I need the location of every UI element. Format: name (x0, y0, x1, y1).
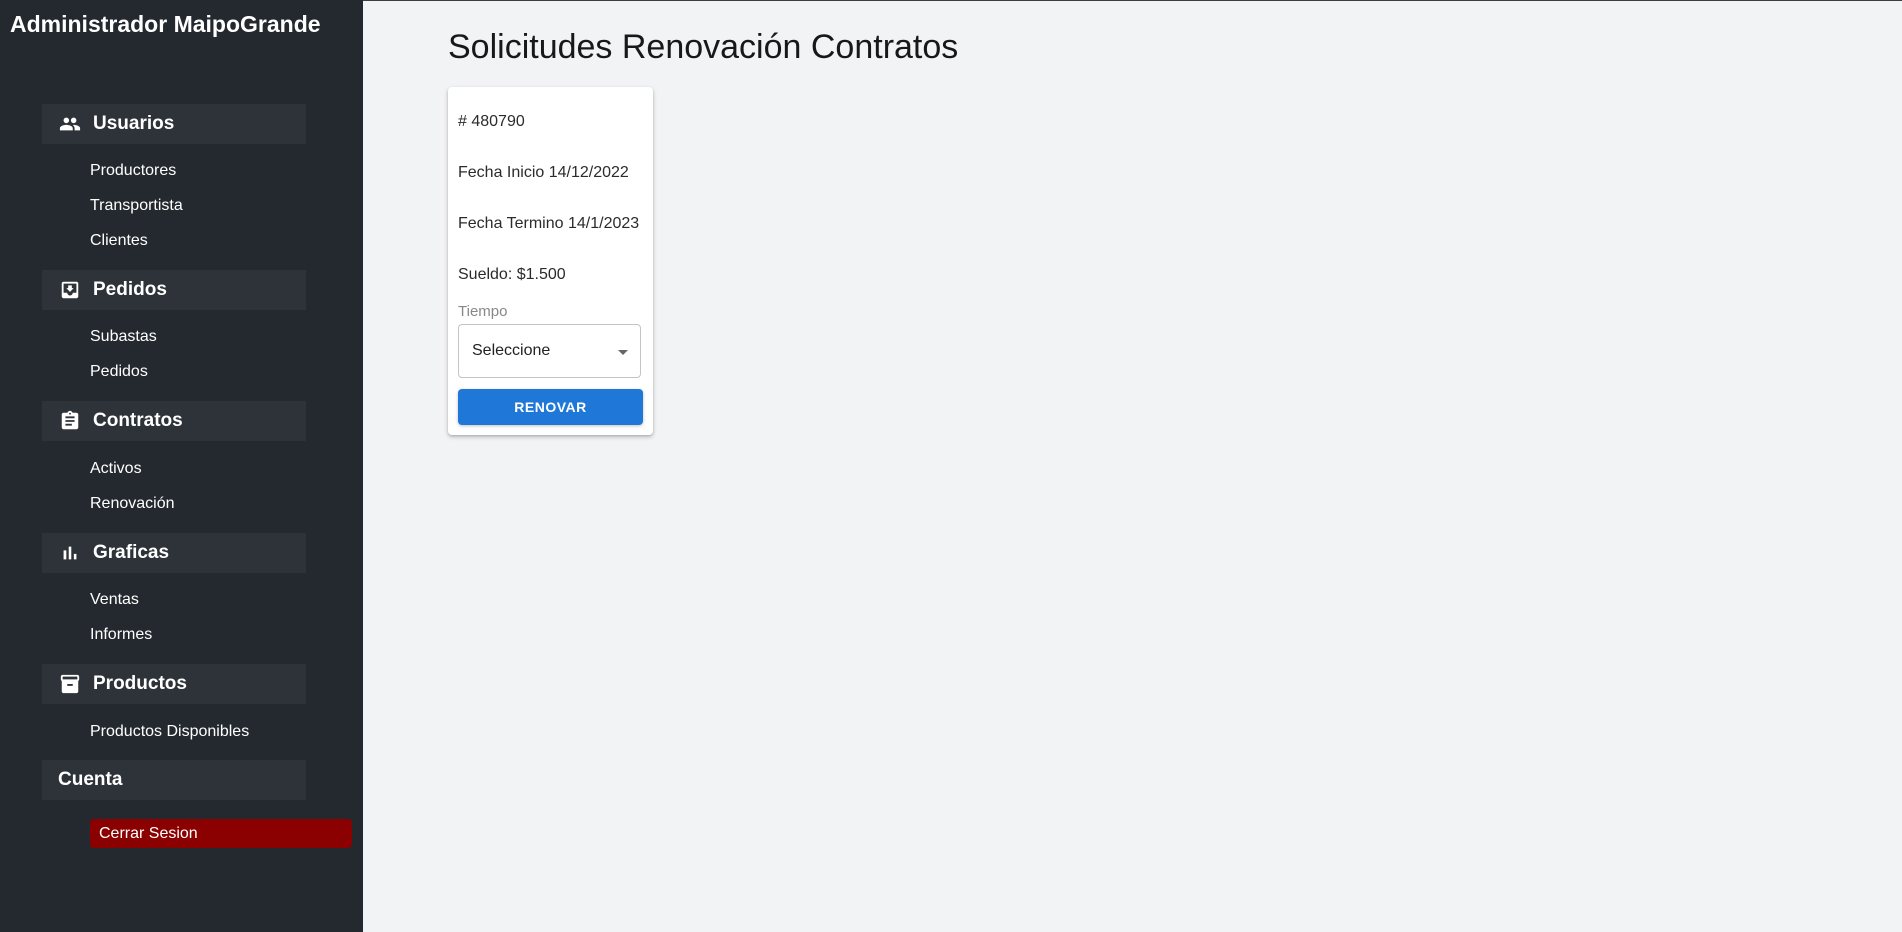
page-title: Solicitudes Renovación Contratos (448, 28, 959, 66)
sidebar-group-pedidos[interactable]: Pedidos (42, 270, 306, 310)
inbox-icon (59, 279, 81, 301)
sidebar: Administrador MaipoGrande Usuarios Produ… (0, 0, 363, 932)
logout-label: Cerrar Sesion (99, 824, 198, 842)
sidebar-item-activos[interactable]: Activos (90, 460, 142, 478)
sidebar-group-contratos[interactable]: Contratos (42, 401, 306, 441)
caret-down-icon (618, 350, 628, 355)
sidebar-group-label: Productos (93, 673, 187, 694)
logout-button[interactable]: Cerrar Sesion (90, 819, 352, 848)
sidebar-item-productos-disponibles[interactable]: Productos Disponibles (90, 723, 249, 741)
contract-start-date: Fecha Inicio 14/12/2022 (458, 164, 629, 181)
sidebar-item-renovacion[interactable]: Renovación (90, 495, 175, 513)
sidebar-group-label: Graficas (93, 542, 170, 563)
time-select[interactable]: Seleccione (458, 324, 641, 378)
users-icon (59, 113, 81, 135)
sidebar-item-pedidos[interactable]: Pedidos (90, 363, 148, 381)
sidebar-group-productos[interactable]: Productos (42, 664, 306, 704)
sidebar-item-transportista[interactable]: Transportista (90, 197, 183, 215)
contract-end-date: Fecha Termino 14/1/2023 (458, 215, 640, 232)
time-select-value: Seleccione (472, 342, 551, 359)
sidebar-item-informes[interactable]: Informes (90, 626, 152, 644)
sidebar-item-clientes[interactable]: Clientes (90, 232, 148, 250)
time-field-label: Tiempo (458, 303, 508, 320)
sidebar-group-label: Contratos (93, 410, 183, 431)
sidebar-item-ventas[interactable]: Ventas (90, 591, 139, 609)
contract-card: # 480790 Fecha Inicio 14/12/2022 Fecha T… (448, 87, 653, 435)
contract-salary: Sueldo: $1.500 (458, 266, 566, 283)
sidebar-group-label: Cuenta (58, 769, 123, 790)
sidebar-group-graficas[interactable]: Graficas (42, 533, 306, 573)
sidebar-item-subastas[interactable]: Subastas (90, 328, 157, 346)
sidebar-group-label: Usuarios (93, 113, 175, 134)
sidebar-group-cuenta: Cuenta (42, 760, 306, 800)
sidebar-item-productores[interactable]: Productores (90, 162, 176, 180)
app-title: Administrador MaipoGrande (10, 11, 321, 37)
sidebar-group-usuarios[interactable]: Usuarios (42, 104, 306, 144)
sidebar-group-label: Pedidos (93, 279, 167, 300)
renew-button[interactable]: RENOVAR (458, 389, 643, 425)
bar-chart-icon (59, 542, 81, 564)
contract-id: # 480790 (458, 113, 525, 130)
archive-icon (59, 673, 81, 695)
clipboard-icon (59, 410, 81, 432)
